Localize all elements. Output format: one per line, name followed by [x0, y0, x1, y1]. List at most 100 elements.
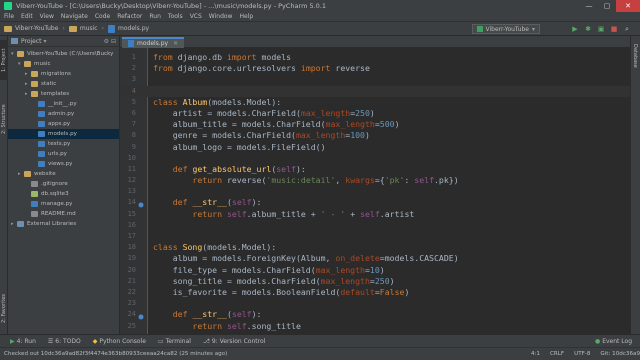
- code-line[interactable]: 12 return reverse('music:detail', kwargs…: [120, 175, 630, 186]
- code-line[interactable]: 14 def __str__(self):: [120, 197, 630, 208]
- run-icon[interactable]: ▶: [570, 24, 580, 34]
- code-text: is_favorite = models.BooleanField(defaul…: [153, 286, 410, 298]
- code-line[interactable]: 2 from django.core.urlresolvers import re…: [120, 63, 630, 74]
- tool-todo[interactable]: ☰ 6: TODO: [48, 338, 81, 345]
- code-line[interactable]: 24 def __str__(self):: [120, 309, 630, 320]
- menu-file[interactable]: File: [4, 13, 14, 20]
- override-marker-icon[interactable]: [138, 312, 144, 320]
- tool-version-control[interactable]: ⎇ 9: Version Control: [203, 338, 265, 345]
- menu-navigate[interactable]: Navigate: [61, 13, 88, 20]
- code-line[interactable]: 10: [120, 153, 630, 164]
- code-line[interactable]: 25 return self.song_title: [120, 321, 630, 332]
- tree-item[interactable]: admin.py: [8, 109, 119, 119]
- tab-structure[interactable]: 2: Structure: [0, 96, 8, 142]
- tree-item[interactable]: tests.py: [8, 139, 119, 149]
- code-line[interactable]: 17: [120, 231, 630, 242]
- left-tool-strip: 1: Project 2: Structure 2: Favorites: [0, 36, 8, 334]
- maximize-icon[interactable]: ▢: [598, 0, 616, 12]
- code-token: ): [369, 107, 375, 118]
- tool-terminal[interactable]: ▭ Terminal: [158, 338, 191, 345]
- pycharm-logo-icon: [4, 2, 12, 10]
- menu-tools[interactable]: Tools: [168, 13, 183, 20]
- menu-code[interactable]: Code: [95, 13, 110, 20]
- code-line[interactable]: 15 return self.album_title + ' - ' + sel…: [120, 209, 630, 220]
- python-file-icon: [128, 40, 134, 47]
- code-editor[interactable]: 1 from django.db import models 2 from djang…: [120, 48, 630, 334]
- chevron-down-icon: ▾: [531, 25, 535, 33]
- line-number: 6: [131, 108, 136, 117]
- close-tab-icon[interactable]: ✕: [173, 40, 178, 47]
- line-number: 23: [127, 299, 136, 308]
- tool-python-console[interactable]: ◆ Python Console: [93, 338, 146, 345]
- menu-vcs[interactable]: VCS: [190, 13, 202, 20]
- tree-item[interactable]: apps.py: [8, 119, 119, 129]
- tree-item[interactable]: __init__.py: [8, 99, 119, 109]
- menu-refactor[interactable]: Refactor: [117, 13, 142, 20]
- tab-models-py[interactable]: models.py ✕: [122, 37, 185, 48]
- tree-item[interactable]: urls.py: [8, 149, 119, 159]
- tree-item[interactable]: .gitignore: [8, 179, 119, 189]
- tree-item[interactable]: ▾ Viberr-YouTube (C:\Users\Bucky: [8, 49, 119, 59]
- cursor-position[interactable]: 4:1: [531, 351, 540, 357]
- menu-view[interactable]: View: [40, 13, 54, 20]
- code-line[interactable]: 13: [120, 186, 630, 197]
- code-line[interactable]: 1 from django.db import models: [120, 52, 630, 63]
- breadcrumb-file[interactable]: models.py: [108, 24, 149, 33]
- breadcrumb-music[interactable]: music: [68, 25, 98, 32]
- search-icon[interactable]: ⌕: [622, 24, 632, 34]
- code-line[interactable]: 4: [120, 85, 630, 97]
- coverage-icon[interactable]: ▣: [596, 24, 606, 34]
- line-separator[interactable]: CRLF: [550, 351, 564, 357]
- breadcrumb-project[interactable]: Viberr-YouTube: [4, 25, 58, 32]
- tree-item[interactable]: ▾ music: [8, 59, 119, 69]
- code-line[interactable]: 7 album_title = models.CharField(max_len…: [120, 119, 630, 130]
- code-line[interactable]: 18 class Song(models.Model):: [120, 242, 630, 253]
- minimize-icon[interactable]: —: [580, 0, 598, 12]
- override-marker-icon[interactable]: [138, 200, 144, 208]
- chevron-down-icon[interactable]: ▾: [44, 38, 47, 45]
- code-line[interactable]: 6 artist = models.CharField(max_length=2…: [120, 108, 630, 119]
- code-token: ): [404, 286, 410, 297]
- code-line[interactable]: 5 class Album(models.Model):: [120, 97, 630, 108]
- tool-run[interactable]: ▶ 4: Run: [10, 338, 36, 345]
- tab-favorites[interactable]: 2: Favorites: [0, 286, 8, 330]
- stop-icon[interactable]: ■: [609, 24, 619, 34]
- tool-event-log[interactable]: ● Event Log: [595, 338, 632, 345]
- tree-item[interactable]: db.sqlite3: [8, 189, 119, 199]
- code-line[interactable]: 19 album = models.ForeignKey(Album, on_d…: [120, 253, 630, 264]
- close-icon[interactable]: ✕: [616, 0, 640, 12]
- panel-settings-icon[interactable]: ⚙ ⊟: [104, 38, 116, 45]
- code-token: (models.Model):: [207, 96, 282, 107]
- run-configuration-select[interactable]: Viberr-YouTube ▾: [471, 24, 540, 34]
- tab-project[interactable]: 1: Project: [0, 40, 8, 80]
- code-line[interactable]: 22 is_favorite = models.BooleanField(def…: [120, 287, 630, 298]
- code-line[interactable]: 9 album_logo = models.FileField(): [120, 142, 630, 153]
- code-line[interactable]: 20 file_type = models.CharField(max_leng…: [120, 265, 630, 276]
- tree-item[interactable]: README.md: [8, 209, 119, 219]
- code-line[interactable]: 23: [120, 298, 630, 309]
- tree-item[interactable]: ▸ website: [8, 169, 119, 179]
- tree-item[interactable]: ▸ static: [8, 79, 119, 89]
- tree-item[interactable]: manage.py: [8, 199, 119, 209]
- project-panel-title[interactable]: Project: [21, 38, 42, 45]
- menu-run[interactable]: Run: [149, 13, 161, 20]
- tree-item[interactable]: models.py: [8, 129, 119, 139]
- tree-item[interactable]: ▸ migrations: [8, 69, 119, 79]
- tree-item-label: apps.py: [48, 121, 71, 127]
- menu-window[interactable]: Window: [209, 13, 233, 20]
- tree-item[interactable]: ▸ External Libraries: [8, 219, 119, 229]
- tree-item[interactable]: ▸ templates: [8, 89, 119, 99]
- menu-help[interactable]: Help: [239, 13, 253, 20]
- menu-edit[interactable]: Edit: [21, 13, 33, 20]
- tree-item[interactable]: views.py: [8, 159, 119, 169]
- debug-icon[interactable]: ✱: [583, 24, 593, 34]
- file-encoding[interactable]: UTF-8: [574, 351, 590, 357]
- code-line[interactable]: 21 song_title = models.CharField(max_len…: [120, 276, 630, 287]
- code-line[interactable]: 16: [120, 220, 630, 231]
- line-number: 13: [127, 187, 136, 196]
- tab-database[interactable]: Database: [632, 44, 638, 68]
- code-line[interactable]: 3: [120, 74, 630, 85]
- code-line[interactable]: 8 genre = models.CharField(max_length=10…: [120, 130, 630, 141]
- git-branch[interactable]: Git: 10dc36a9: [600, 351, 640, 357]
- code-line[interactable]: 11 def get_absolute_url(self):: [120, 164, 630, 175]
